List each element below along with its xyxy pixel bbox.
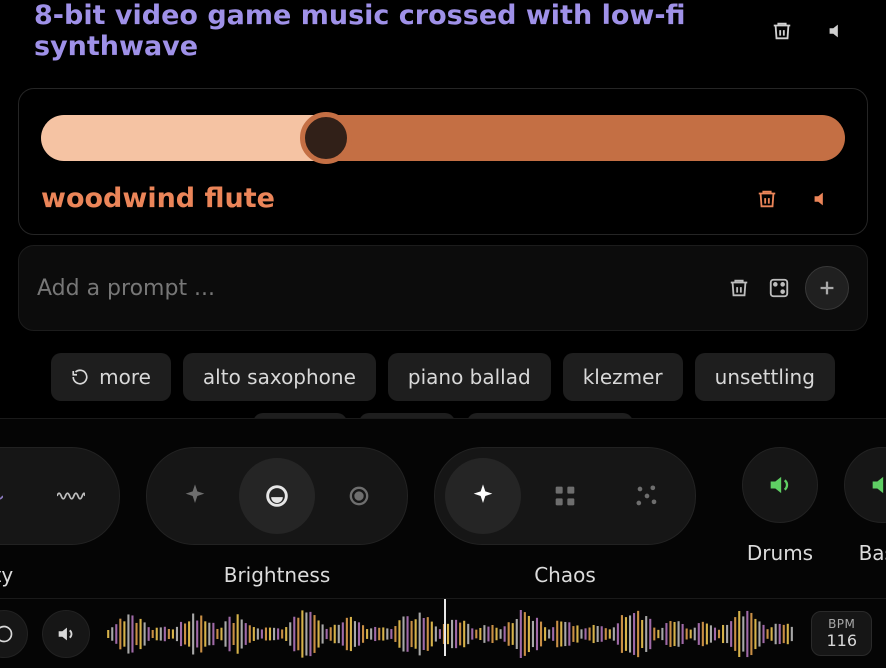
prompt-1-title[interactable]: 8-bit video game music crossed with low-… (34, 0, 760, 62)
control-brightness: Brightness (146, 447, 408, 587)
brightness-label: Brightness (224, 563, 331, 587)
prompt-weight-slider[interactable] (41, 115, 845, 161)
control-density: nsity (0, 447, 120, 587)
chaos-mid-button[interactable] (527, 458, 603, 534)
bass-button[interactable] (844, 447, 886, 523)
prompt-card-1: 8-bit video game music crossed with low-… (18, 0, 868, 78)
play-button[interactable] (0, 610, 28, 658)
prompt-card-2: woodwind flute (18, 88, 868, 235)
chip-piano-ballad[interactable]: piano ballad (388, 353, 551, 401)
trash-icon[interactable] (768, 17, 796, 45)
bass-label: Bass (859, 541, 886, 565)
bpm-box[interactable]: BPM 116 (811, 611, 872, 655)
brightness-high-button[interactable] (321, 458, 397, 534)
chip-more[interactable]: more (51, 353, 171, 401)
drums-button[interactable] (742, 447, 818, 523)
dice-icon[interactable] (765, 274, 793, 302)
density-pill (0, 447, 120, 545)
controls-strip: nsity Brightness (0, 418, 886, 608)
add-button[interactable] (805, 266, 849, 310)
drums-label: Drums (747, 541, 813, 565)
brightness-mid-button[interactable] (239, 458, 315, 534)
playhead[interactable] (444, 598, 446, 656)
chaos-high-button[interactable] (609, 458, 685, 534)
chip-unsettling[interactable]: unsettling (695, 353, 835, 401)
control-drums: Drums (742, 447, 818, 565)
waveform-scrubber[interactable] (104, 610, 797, 658)
control-bass: Bass (844, 447, 886, 565)
add-prompt-card: Add a prompt ... (18, 245, 868, 331)
volume-button[interactable] (42, 610, 90, 658)
brightness-low-button[interactable] (157, 458, 233, 534)
chaos-pill (434, 447, 696, 545)
chip-klezmer[interactable]: klezmer (563, 353, 683, 401)
trash-icon[interactable] (753, 185, 781, 213)
bpm-label: BPM (826, 618, 857, 632)
mute-icon[interactable] (807, 185, 835, 213)
trash-icon[interactable] (725, 274, 753, 302)
transport-footer: BPM 116 (0, 598, 886, 668)
mute-icon[interactable] (822, 17, 850, 45)
slider-thumb[interactable] (300, 112, 352, 164)
density-mid-button[interactable] (0, 458, 27, 534)
chip-more-label: more (99, 365, 151, 389)
density-high-button[interactable] (33, 458, 109, 534)
prompt-2-title[interactable]: woodwind flute (41, 183, 745, 214)
chaos-label: Chaos (534, 563, 596, 587)
brightness-pill (146, 447, 408, 545)
chaos-low-button[interactable] (445, 458, 521, 534)
control-chaos: Chaos (434, 447, 696, 587)
bpm-value: 116 (826, 632, 857, 650)
add-prompt-input[interactable]: Add a prompt ... (37, 276, 713, 301)
chip-alto-saxophone[interactable]: alto saxophone (183, 353, 376, 401)
density-label: nsity (0, 563, 13, 587)
